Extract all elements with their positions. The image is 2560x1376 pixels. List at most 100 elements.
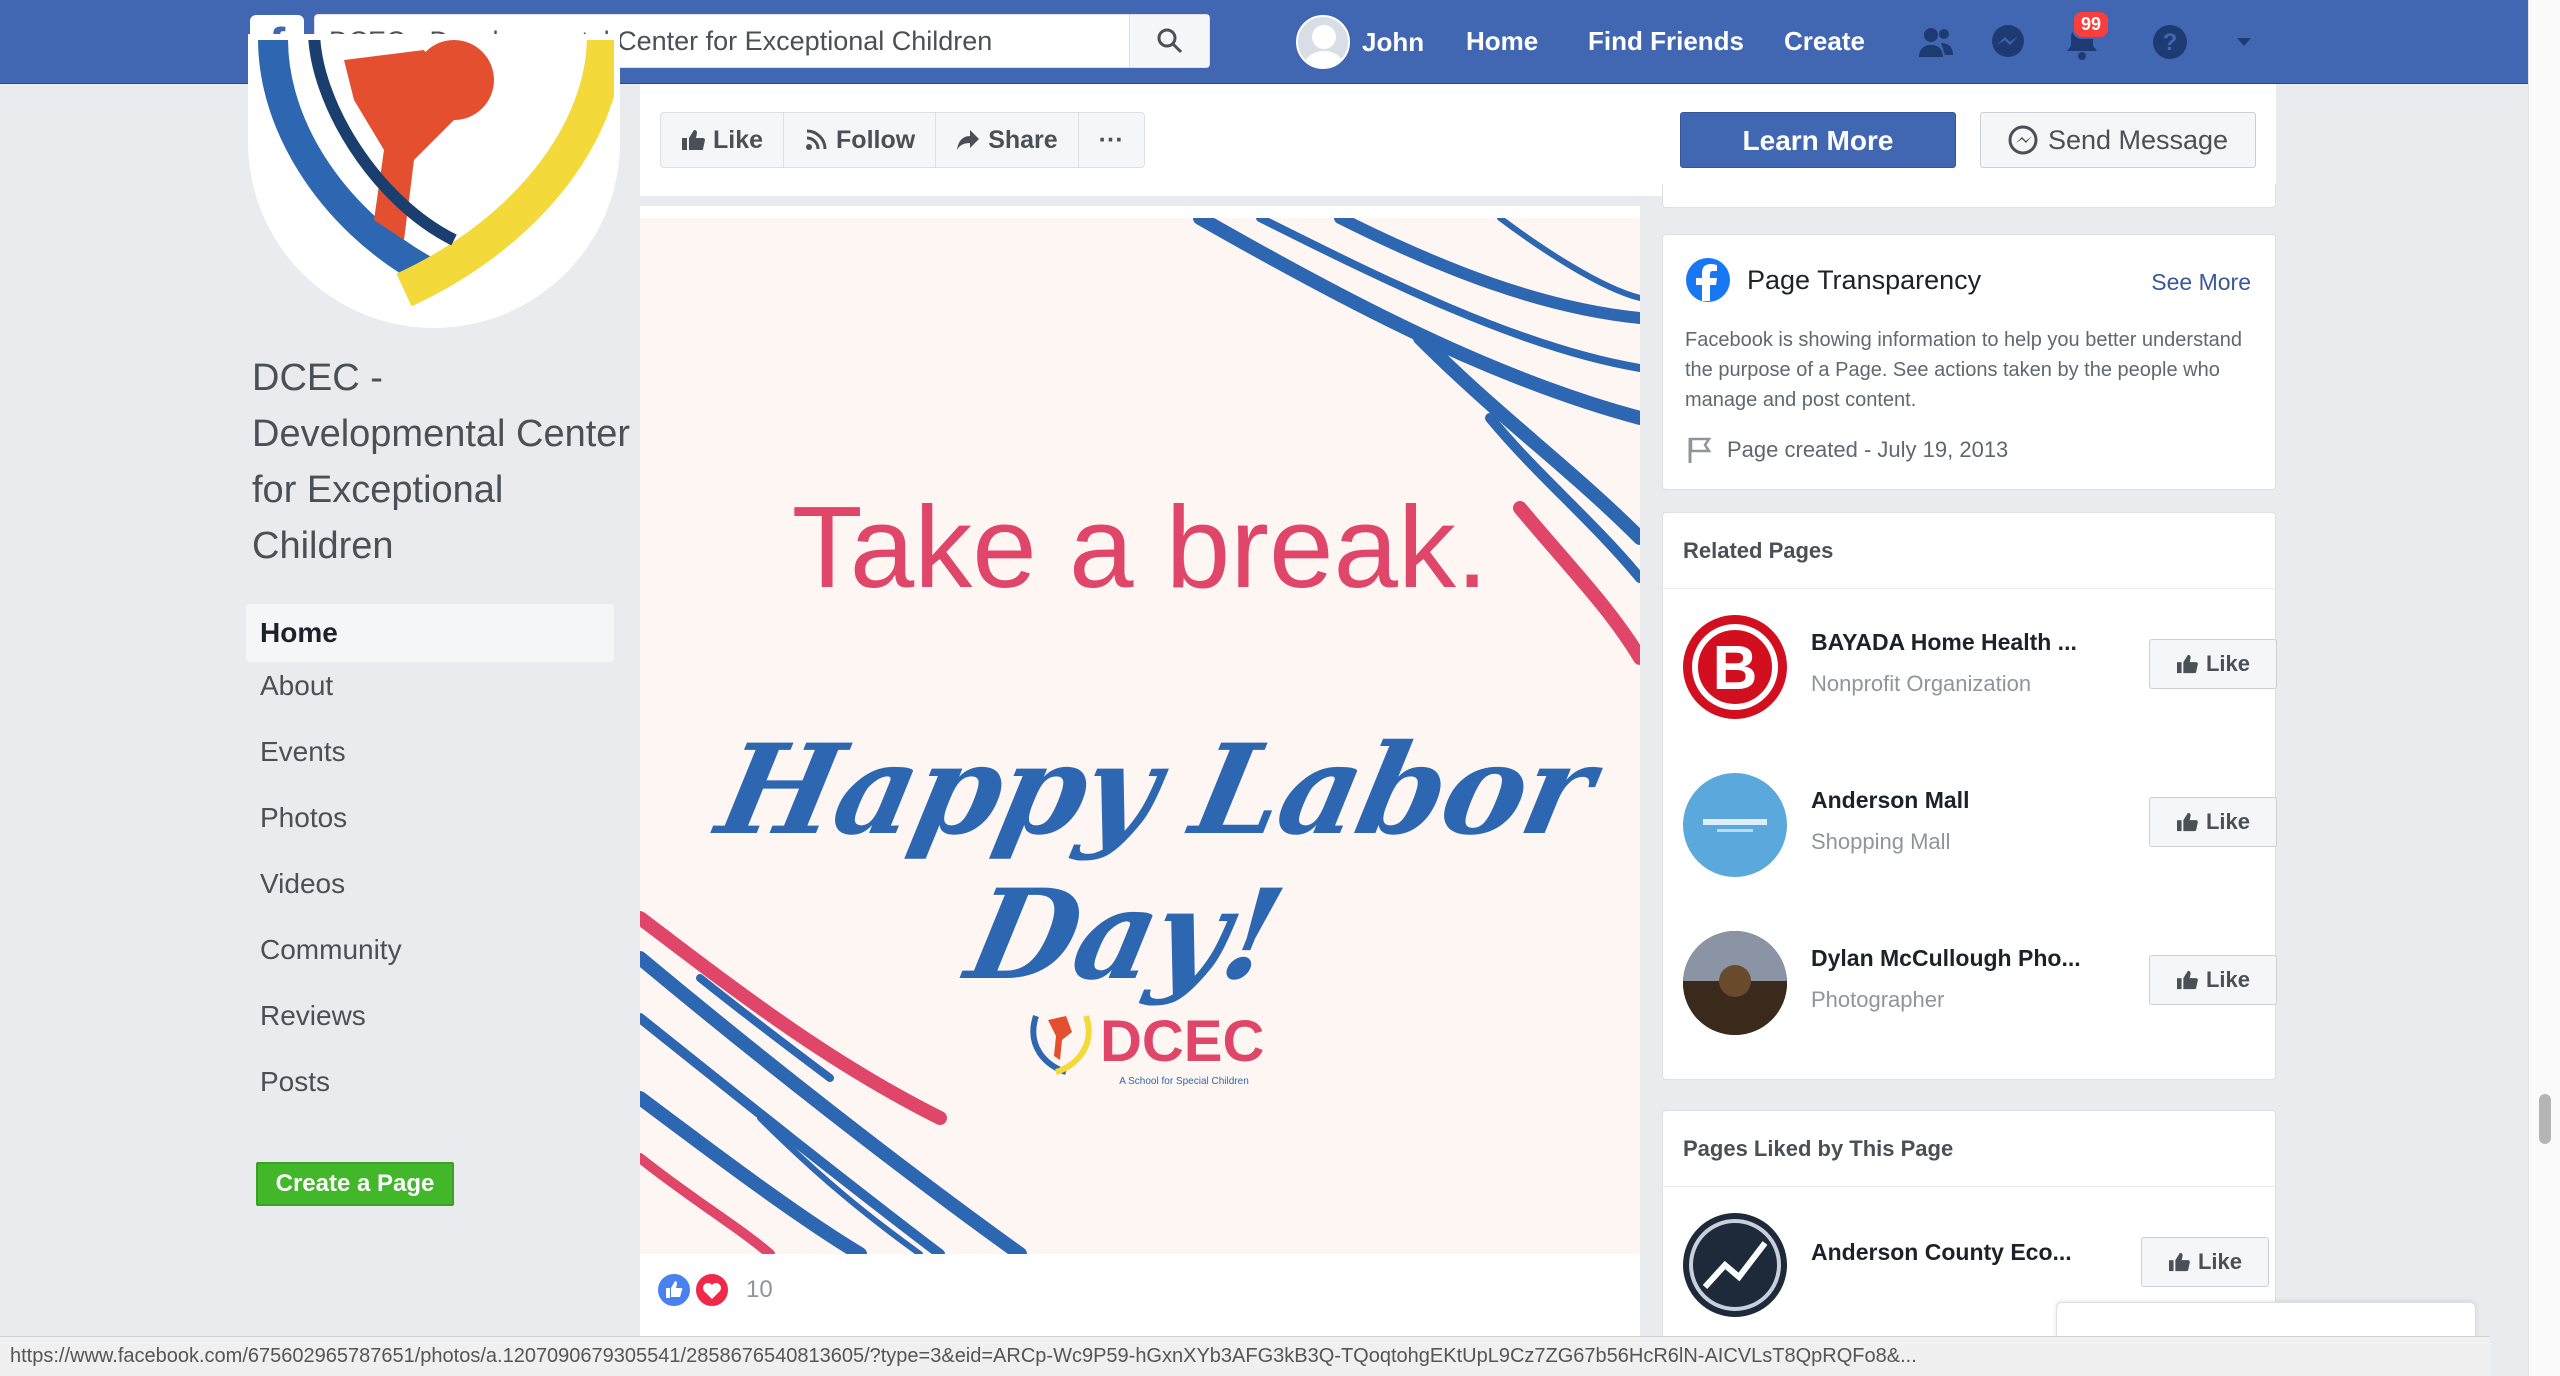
page-nav-home[interactable]: Home: [246, 604, 614, 662]
nav-create[interactable]: Create: [1784, 26, 1865, 57]
flag-icon: [1688, 437, 1712, 463]
like-button[interactable]: Like: [2149, 955, 2277, 1005]
post-script-text: Happy Labor Day!: [706, 718, 1605, 1008]
post-logo-subtitle: A School for Special Children: [1119, 1076, 1249, 1087]
send-message-label: Send Message: [2047, 124, 2229, 155]
photo-thumbnail-icon: [1683, 931, 1787, 1035]
avatar: B: [1683, 615, 1787, 719]
page-nav-reviews[interactable]: Reviews: [246, 1000, 614, 1066]
like-label: Like: [2197, 1249, 2243, 1274]
like-page-button[interactable]: Like: [661, 113, 785, 167]
nav-home[interactable]: Home: [1466, 26, 1538, 57]
avatar: [1296, 15, 1350, 69]
scrollbar-thumb[interactable]: [2539, 1094, 2551, 1144]
bayada-logo-icon: B: [1692, 624, 1778, 710]
like-button[interactable]: Like: [2141, 1237, 2269, 1287]
svg-text:B: B: [1713, 634, 1758, 703]
like-label: Like: [2205, 809, 2251, 834]
avatar: [1683, 1213, 1787, 1317]
share-label: Share: [988, 125, 1058, 154]
share-button[interactable]: Share: [936, 113, 1079, 167]
page-nav-about[interactable]: About: [246, 670, 614, 736]
account-menu-chevron-down-icon[interactable]: [2224, 22, 2264, 62]
friend-requests-icon[interactable]: [1916, 22, 1956, 62]
related-page-item[interactable]: Anderson Mall Shopping Mall Like: [1683, 763, 2277, 883]
page-transparency-card: Page Transparency See More Facebook is s…: [1662, 234, 2276, 490]
rss-follow-icon: [806, 129, 827, 150]
related-pages-card: Related Pages B BAYADA Home Health ... N…: [1662, 512, 2277, 1080]
learn-more-button[interactable]: Learn More: [1680, 112, 1956, 168]
create-page-button[interactable]: Create a Page: [256, 1162, 454, 1206]
svg-text:?: ?: [2163, 29, 2178, 56]
reactions-summary[interactable]: 10: [656, 1272, 773, 1308]
related-page-category: Shopping Mall: [1811, 829, 1951, 854]
like-label: Like: [2205, 651, 2251, 676]
chart-logo-icon: [1689, 1219, 1781, 1311]
thumbs-up-icon: [2176, 970, 2198, 990]
page-profile-picture[interactable]: [254, 40, 614, 322]
pages-liked-heading: Pages Liked by This Page: [1663, 1111, 2275, 1187]
vertical-scrollbar[interactable]: [2528, 0, 2560, 1376]
anderson-mall-logo-icon: [1703, 819, 1767, 832]
user-name: John: [1362, 26, 1425, 57]
page-nav-photos[interactable]: Photos: [246, 802, 614, 868]
like-label: Like: [713, 125, 764, 154]
thumbs-up-icon: [2176, 654, 2198, 674]
related-page-name[interactable]: Anderson Mall: [1811, 787, 2121, 814]
send-message-button[interactable]: Send Message: [1980, 112, 2256, 168]
related-page-category: Nonprofit Organization: [1811, 671, 2032, 696]
like-button[interactable]: Like: [2149, 639, 2277, 689]
page-transparency-title: Page Transparency: [1747, 265, 1982, 295]
related-page-item[interactable]: B BAYADA Home Health ... Nonprofit Organ…: [1683, 605, 2277, 725]
more-ellipsis-icon: ···: [1098, 125, 1124, 154]
page-navigation: Home About Events Photos Videos Communit…: [246, 604, 614, 1132]
related-page-category: Photographer: [1811, 987, 1945, 1012]
messenger-icon: [2008, 125, 2038, 155]
thumbs-up-icon: [682, 130, 705, 150]
search-button[interactable]: [1129, 15, 1209, 67]
page-created-text: Page created - July 19, 2013: [1727, 437, 2009, 462]
love-reaction-icon: [694, 1272, 730, 1308]
liked-page-name[interactable]: Anderson County Eco...: [1811, 1239, 2121, 1266]
page-actions-group: Like Follow Share ···: [660, 112, 1145, 168]
follow-button[interactable]: Follow: [784, 113, 937, 167]
related-page-name[interactable]: BAYADA Home Health ...: [1811, 629, 2121, 656]
like-reaction-icon: [656, 1272, 692, 1308]
like-label: Like: [2205, 967, 2251, 992]
dcec-logo-icon: [258, 40, 614, 307]
avatar: [1683, 773, 1787, 877]
related-page-item[interactable]: Dylan McCullough Pho... Photographer Lik…: [1683, 921, 2277, 1041]
page-transparency-description: Facebook is showing information to help …: [1685, 329, 2243, 411]
help-icon[interactable]: ?: [2150, 22, 2190, 62]
avatar: [1683, 931, 1787, 1035]
post-logo-text: DCEC: [1100, 1009, 1265, 1074]
search-icon: [1157, 28, 1182, 54]
related-page-name[interactable]: Dylan McCullough Pho...: [1811, 945, 2121, 972]
post-card: Take a break. Happy Labor Day! DCEC A Sc…: [640, 206, 1640, 1336]
page-nav-videos[interactable]: Videos: [246, 868, 614, 934]
page-action-bar: Like Follow Share ··· Learn More Send Me…: [640, 84, 2276, 196]
page-nav-community[interactable]: Community: [246, 934, 614, 1000]
page-nav-events[interactable]: Events: [246, 736, 614, 802]
see-more-link[interactable]: See More: [2151, 269, 2251, 296]
like-button[interactable]: Like: [2149, 797, 2277, 847]
dcec-small-logo-icon: [1030, 1015, 1092, 1075]
thumbs-up-icon: [2168, 1252, 2190, 1272]
post-image[interactable]: Take a break. Happy Labor Day! DCEC A Sc…: [640, 218, 1640, 1254]
page-created-row: Page created - July 19, 2013: [1685, 435, 2008, 465]
notification-count-badge: 99: [2072, 10, 2111, 39]
profile-link[interactable]: John: [1296, 14, 1424, 70]
post-headline: Take a break.: [791, 482, 1489, 612]
browser-status-url: https://www.facebook.com/675602965787651…: [0, 1336, 2490, 1376]
related-pages-heading: Related Pages: [1663, 513, 2275, 589]
page-nav-posts[interactable]: Posts: [246, 1066, 614, 1132]
reaction-count: 10: [746, 1276, 773, 1303]
share-arrow-icon: [957, 130, 980, 150]
follow-label: Follow: [836, 125, 916, 154]
messenger-icon[interactable]: [1988, 22, 2028, 62]
page-title: DCEC - Developmental Center for Exceptio…: [252, 357, 631, 567]
about-card-bottom: [1662, 184, 2276, 208]
facebook-circle-icon: [1686, 258, 1730, 302]
more-options-button[interactable]: ···: [1079, 113, 1144, 167]
nav-find-friends[interactable]: Find Friends: [1588, 26, 1744, 57]
